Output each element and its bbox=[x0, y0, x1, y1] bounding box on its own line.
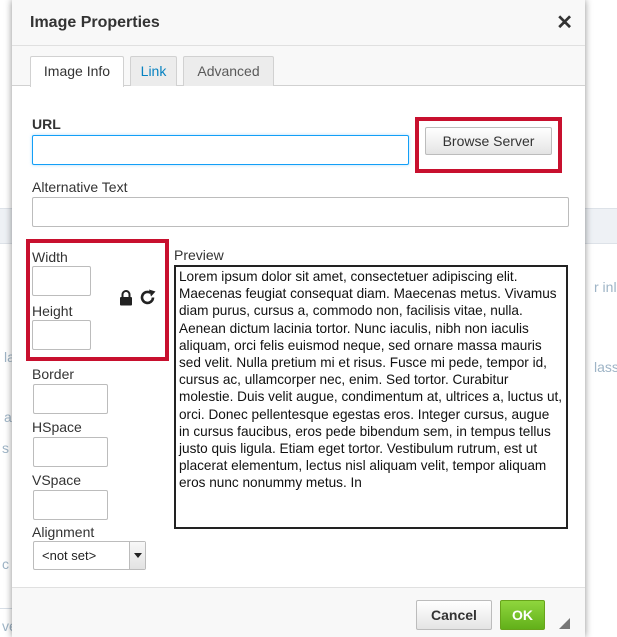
preview-pane[interactable]: Lorem ipsum dolor sit amet, consectetuer… bbox=[174, 265, 568, 529]
reset-size-icon[interactable] bbox=[140, 289, 156, 306]
background-text-right-mid: lass bbox=[594, 359, 617, 375]
ok-button[interactable]: OK bbox=[500, 600, 545, 630]
preview-text: Lorem ipsum dolor sit amet, consectetuer… bbox=[179, 269, 563, 491]
alignment-select[interactable]: <not set> bbox=[33, 541, 146, 570]
chevron-down-icon[interactable] bbox=[129, 542, 145, 569]
vspace-input[interactable] bbox=[33, 490, 108, 520]
tab-image-info[interactable]: Image Info bbox=[30, 56, 124, 87]
vspace-label: VSpace bbox=[32, 472, 82, 488]
border-label: Border bbox=[32, 366, 75, 382]
lock-icon[interactable] bbox=[119, 290, 133, 306]
close-icon[interactable]: ✕ bbox=[556, 10, 573, 35]
height-label: Height bbox=[32, 303, 73, 319]
background-text-left-a: a bbox=[4, 409, 12, 425]
width-input[interactable] bbox=[32, 266, 91, 296]
alignment-label: Alignment bbox=[32, 524, 95, 540]
tab-bar: Image Info Link Advanced bbox=[12, 46, 585, 87]
url-input[interactable] bbox=[32, 135, 409, 165]
cancel-button[interactable]: Cancel bbox=[416, 600, 492, 630]
background-text-right-top: r inl bbox=[594, 279, 617, 295]
tab-link[interactable]: Link bbox=[130, 56, 177, 86]
browse-server-button[interactable]: Browse Server bbox=[425, 127, 552, 155]
url-label: URL bbox=[32, 116, 61, 132]
image-properties-dialog: Image Properties ✕ Image Info Link Advan… bbox=[12, 0, 585, 637]
dialog-footer: Cancel OK bbox=[12, 587, 585, 637]
background-text-left-c: c bbox=[2, 556, 9, 572]
tab-advanced[interactable]: Advanced bbox=[183, 56, 274, 86]
hspace-input[interactable] bbox=[33, 437, 108, 467]
width-label: Width bbox=[32, 249, 68, 265]
alt-text-input[interactable] bbox=[32, 197, 569, 227]
dialog-titlebar[interactable]: Image Properties ✕ bbox=[12, 0, 585, 46]
resize-handle-icon[interactable] bbox=[559, 618, 570, 629]
hspace-label: HSpace bbox=[32, 419, 82, 435]
dialog-title: Image Properties bbox=[30, 14, 160, 31]
background-text-left-s: s bbox=[2, 440, 9, 456]
border-input[interactable] bbox=[33, 384, 108, 414]
height-input[interactable] bbox=[32, 320, 91, 350]
alt-text-label: Alternative Text bbox=[32, 179, 128, 195]
preview-label: Preview bbox=[174, 247, 224, 263]
alignment-selected-value: <not set> bbox=[42, 548, 97, 563]
